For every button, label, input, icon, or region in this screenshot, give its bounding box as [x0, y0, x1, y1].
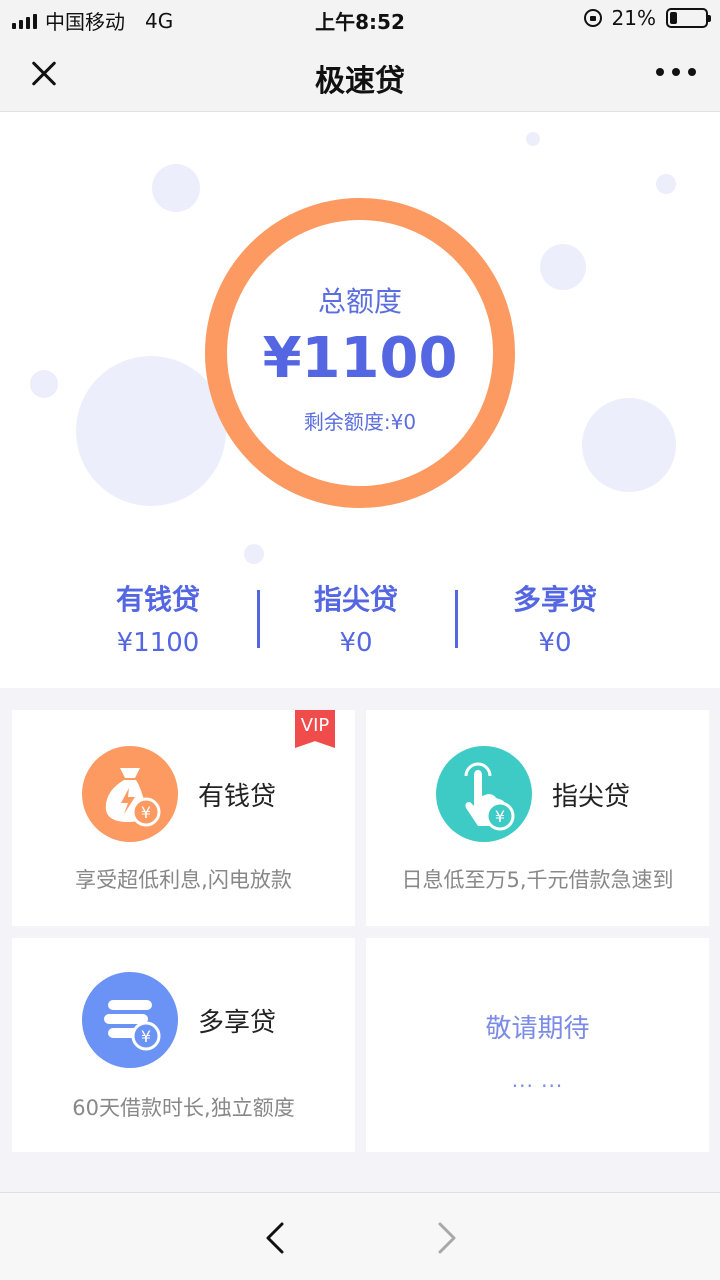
coming-soon-card: 敬请期待 ··· ··· — [366, 938, 709, 1152]
card-title: 指尖贷 — [552, 782, 631, 812]
coming-soon-title: 敬请期待 — [485, 1014, 590, 1044]
back-arrow-icon[interactable] — [262, 1221, 290, 1255]
summary-zhijiandai[interactable]: 指尖贷 ¥0 — [256, 578, 456, 658]
status-bar: 中国移动 4G 上午8:52 21% — [0, 0, 720, 38]
summary-name: 有钱贷 — [115, 583, 200, 616]
decor-bubble — [244, 544, 264, 564]
summary-value: ¥1100 — [116, 628, 200, 658]
card-title: 多享贷 — [198, 1008, 277, 1038]
svg-text:¥: ¥ — [141, 1027, 151, 1046]
finger-tap-icon: ¥ — [436, 746, 532, 842]
battery-percent: 21% — [611, 6, 656, 30]
summary-value: ¥0 — [538, 628, 572, 658]
svg-text:¥: ¥ — [495, 807, 505, 826]
svg-text:¥: ¥ — [141, 803, 151, 822]
card-title: 有钱贷 — [198, 782, 277, 812]
browser-toolbar — [0, 1192, 720, 1280]
summary-name: 指尖贷 — [313, 583, 398, 616]
coming-soon-dots: ··· ··· — [511, 1074, 564, 1098]
coin-stack-icon: ¥ — [82, 972, 178, 1068]
decor-bubble — [526, 132, 540, 146]
card-desc: 60天借款时长,独立额度 — [72, 1096, 295, 1120]
credit-summary: 有钱贷 ¥1100 指尖贷 ¥0 多享贷 ¥0 — [0, 578, 720, 658]
card-desc: 日息低至万5,千元借款急速到 — [401, 868, 674, 892]
page-title: 极速贷 — [315, 64, 405, 99]
product-card-duoxiangdai[interactable]: ¥ 多享贷 60天借款时长,独立额度 — [12, 938, 355, 1152]
forward-arrow-icon[interactable] — [432, 1221, 460, 1255]
more-icon[interactable] — [656, 68, 696, 76]
decor-bubble — [656, 174, 676, 194]
summary-name: 多享贷 — [512, 583, 597, 616]
total-credit-amount: ¥1100 — [262, 326, 458, 391]
rotation-lock-icon — [583, 9, 602, 27]
summary-youqiandai[interactable]: 有钱贷 ¥1100 — [58, 578, 258, 658]
product-card-zhijiandai[interactable]: ¥ 指尖贷 日息低至万5,千元借款急速到 — [366, 710, 709, 926]
nav-bar: 极速贷 — [0, 38, 720, 112]
remaining-credit: 剩余额度:¥0 — [303, 410, 417, 434]
product-card-youqiandai[interactable]: VIP ¥ 有钱贷 享受超低利息,闪电放款 — [12, 710, 355, 926]
battery-icon — [666, 8, 711, 28]
vip-badge: VIP — [295, 710, 335, 748]
credit-overview: 总额度 ¥1100 剩余额度:¥0 有钱贷 ¥1100 指尖贷 ¥0 多享贷 ¥… — [0, 112, 720, 688]
summary-value: ¥0 — [339, 628, 373, 658]
money-bag-icon: ¥ — [82, 746, 178, 842]
summary-duoxiangdai[interactable]: 多享贷 ¥0 — [455, 578, 655, 658]
card-desc: 享受超低利息,闪电放款 — [75, 868, 292, 892]
decor-bubble — [152, 164, 200, 212]
total-credit-label: 总额度 — [317, 285, 402, 318]
